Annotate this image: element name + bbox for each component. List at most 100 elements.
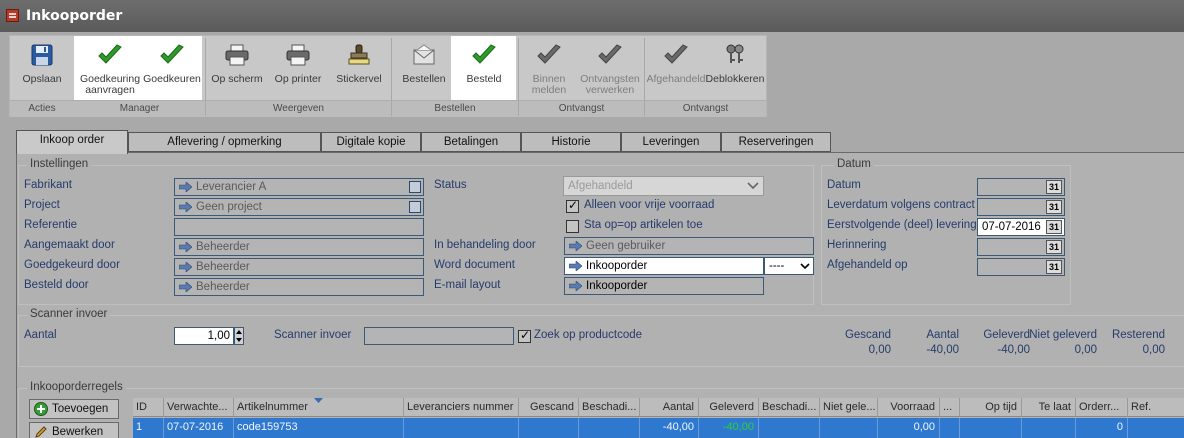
arrow-right-icon — [179, 282, 192, 292]
word-document-dropdown[interactable]: ---- — [764, 257, 814, 275]
column-header-niet-geleverd[interactable]: Niet gele... — [820, 398, 878, 417]
gray-check-icon — [664, 44, 688, 64]
datum-field[interactable]: 31 — [977, 178, 1065, 196]
table-cell[interactable] — [1022, 418, 1076, 438]
column-header-aantal[interactable]: Aantal — [640, 398, 699, 417]
table-cell[interactable]: -40,00 — [699, 418, 759, 438]
edit-line-button[interactable]: Bewerken — [29, 422, 119, 438]
group-label-manager: Manager — [74, 100, 205, 117]
calendar-icon[interactable]: 31 — [1046, 260, 1062, 274]
vrije-voorraad-checkbox[interactable] — [566, 198, 579, 213]
calendar-icon[interactable]: 31 — [1046, 180, 1062, 194]
instellingen-legend: Instellingen — [27, 158, 92, 170]
aangemaakt-field[interactable]: Beheerder — [174, 238, 424, 256]
table-cell[interactable]: 1 — [133, 418, 164, 438]
fabrikant-field[interactable]: Leverancier A — [174, 178, 424, 196]
tab-reserveringen[interactable]: Reserveringen — [721, 132, 831, 152]
approve-button[interactable]: Goedkeuren — [142, 36, 202, 100]
save-label: Opslaan — [22, 73, 62, 85]
table-cell[interactable] — [940, 418, 960, 438]
email-layout-field[interactable]: Inkooporder — [564, 277, 764, 295]
tab-betalingen[interactable]: Betalingen — [421, 132, 521, 152]
column-header-ref[interactable]: Ref. — [1128, 398, 1184, 417]
open-link-icon[interactable] — [409, 201, 421, 213]
tab-historie[interactable]: Historie — [521, 132, 621, 152]
table-cell[interactable] — [960, 418, 1022, 438]
table-cell[interactable]: 0,00 — [878, 418, 940, 438]
column-header-op-tijd[interactable]: Op tijd — [960, 398, 1022, 417]
group-label-bestellen: Bestellen — [392, 100, 518, 117]
aantal-field[interactable]: 1,00 — [174, 327, 234, 345]
table-cell[interactable]: 0 — [1076, 418, 1128, 438]
table-cell[interactable]: 07-07-2016 — [164, 418, 234, 438]
order-lines-table[interactable]: ID Verwachte... Artikelnummer Leverancie… — [133, 398, 1184, 438]
add-line-button[interactable]: Toevoegen — [29, 399, 119, 419]
afgehandeld-op-label: Afgehandeld op — [827, 259, 908, 271]
report-received-button[interactable]: Binnen melden — [521, 36, 577, 100]
ordered-button[interactable]: Besteld — [453, 36, 515, 100]
besteld-value: Beheerder — [196, 281, 250, 293]
aantal-spinner[interactable] — [234, 327, 244, 345]
save-button[interactable]: Opslaan — [12, 36, 72, 100]
geleverd-header: Geleverd — [983, 329, 1030, 341]
referentie-field[interactable] — [174, 218, 424, 236]
column-header-gescand[interactable]: Gescand — [519, 398, 579, 417]
green-check-icon — [472, 44, 496, 64]
email-layout-label: E-mail layout — [434, 279, 501, 291]
afgehandeld-op-field[interactable]: 31 — [977, 258, 1065, 276]
eerstvolgende-field[interactable]: 07-07-2016 31 — [977, 218, 1065, 236]
column-header-beschadigd-2[interactable]: Beschadi... — [759, 398, 820, 417]
column-header-beschadigd[interactable]: Beschadi... — [579, 398, 640, 417]
order-button[interactable]: Bestellen — [394, 36, 454, 100]
scanner-invoer-field[interactable] — [364, 327, 514, 345]
herinnering-field[interactable]: 31 — [977, 238, 1065, 256]
column-header-artikelnummer[interactable]: Artikelnummer — [234, 398, 404, 417]
column-header-orderregel[interactable]: Orderr... — [1076, 398, 1128, 417]
table-cell[interactable] — [759, 418, 820, 438]
tab-inkoop-order[interactable]: Inkoop order — [16, 130, 128, 154]
pencil-icon — [35, 426, 47, 438]
gescand-header: Gescand — [844, 329, 891, 341]
print-screen-button[interactable]: Op scherm — [208, 36, 266, 100]
calendar-icon[interactable]: 31 — [1046, 240, 1062, 254]
sta-op-label: Sta op=op artikelen toe — [584, 219, 703, 231]
table-cell[interactable]: -40,00 — [640, 418, 699, 438]
besteld-field[interactable]: Beheerder — [174, 278, 424, 296]
tab-leveringen[interactable]: Leveringen — [621, 132, 721, 152]
request-approval-button[interactable]: Goedkeuring aanvragen — [76, 36, 144, 100]
column-header-te-laat[interactable]: Te laat — [1022, 398, 1076, 417]
column-header-more[interactable]: ... — [940, 398, 960, 417]
project-field[interactable]: Geen project — [174, 198, 424, 216]
tab-digitale-kopie[interactable]: Digitale kopie — [321, 132, 421, 152]
print-printer-label: Op printer — [274, 73, 322, 85]
word-document-field[interactable]: Inkooporder — [564, 257, 764, 275]
table-cell[interactable] — [519, 418, 579, 438]
print-printer-button[interactable]: Op printer — [268, 36, 328, 100]
table-cell[interactable] — [579, 418, 640, 438]
envelope-icon — [413, 44, 435, 65]
zoek-productcode-checkbox[interactable] — [518, 328, 531, 343]
column-header-geleverd[interactable]: Geleverd — [699, 398, 759, 417]
stickervel-button[interactable]: Stickervel — [330, 36, 388, 100]
column-header-verwacht[interactable]: Verwachte... — [164, 398, 234, 417]
table-cell[interactable] — [820, 418, 878, 438]
aangemaakt-value: Beheerder — [196, 241, 250, 253]
tab-aflevering[interactable]: Aflevering / opmerking — [128, 132, 321, 152]
goedgekeurd-field[interactable]: Beheerder — [174, 258, 424, 276]
calendar-icon[interactable]: 31 — [1046, 200, 1062, 214]
table-cell[interactable] — [1128, 418, 1184, 438]
status-dropdown[interactable]: Afgehandeld — [563, 176, 764, 196]
completed-button[interactable]: Afgehandeld — [646, 36, 706, 100]
process-receipts-button[interactable]: Ontvangsten verwerken — [577, 36, 643, 100]
unblock-button[interactable]: Deblokkeren — [704, 36, 766, 100]
sta-op-checkbox[interactable] — [566, 220, 579, 233]
table-cell[interactable]: code159753 — [234, 418, 404, 438]
in-behandeling-field[interactable]: Geen gebruiker — [564, 237, 814, 255]
column-header-voorraad[interactable]: Voorraad — [878, 398, 940, 417]
open-link-icon[interactable] — [409, 181, 421, 193]
column-header-leveranciers-nummer[interactable]: Leveranciers nummer — [404, 398, 519, 417]
leverdatum-field[interactable]: 31 — [977, 198, 1065, 216]
calendar-icon[interactable]: 31 — [1046, 220, 1062, 234]
column-header-id[interactable]: ID — [133, 398, 164, 417]
table-cell[interactable] — [404, 418, 519, 438]
